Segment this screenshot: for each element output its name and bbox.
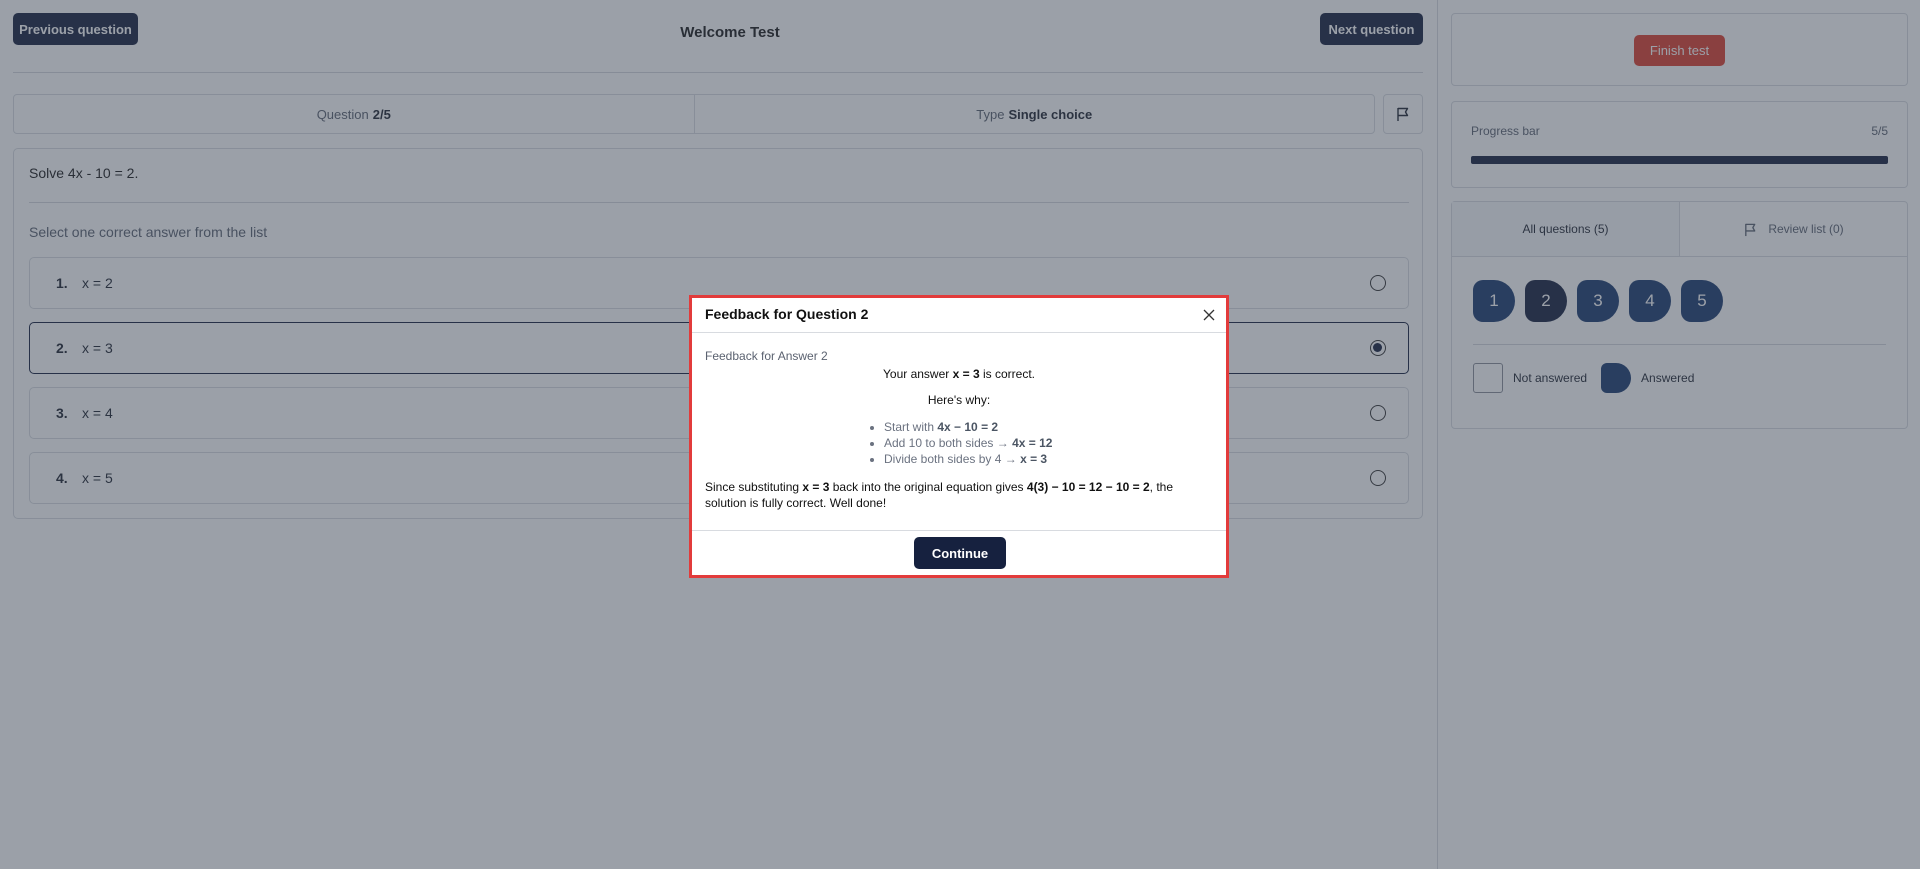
text: Divide both sides by 4 → bbox=[884, 452, 1021, 466]
close-icon bbox=[1203, 309, 1215, 321]
feedback-modal: Feedback for Question 2 Feedback for Ans… bbox=[689, 295, 1229, 578]
text-bold: x = 3 bbox=[952, 367, 980, 381]
solution-step: Add 10 to both sides → 4x = 12 bbox=[884, 435, 1084, 451]
feedback-subtitle: Feedback for Answer 2 bbox=[705, 349, 828, 363]
modal-title: Feedback for Question 2 bbox=[705, 306, 869, 322]
feedback-why: Here's why: bbox=[927, 393, 991, 407]
feedback-conclusion: Since substituting x = 3 back into the o… bbox=[705, 479, 1213, 511]
modal-header: Feedback for Question 2 bbox=[692, 298, 1226, 333]
text: Your answer bbox=[883, 367, 953, 381]
text-bold: 4x = 12 bbox=[1012, 436, 1053, 450]
text: Add 10 to both sides → bbox=[884, 436, 1013, 450]
feedback-result: Your answer x = 3 is correct. bbox=[705, 367, 1213, 381]
text-bold: x = 3 bbox=[1020, 452, 1048, 466]
solution-step: Start with 4x − 10 = 2 bbox=[884, 419, 1084, 435]
text: back into the original equation gives bbox=[829, 480, 1027, 494]
text: Since substituting bbox=[705, 480, 803, 494]
text-bold: 4(3) − 10 = 12 − 10 = 2 bbox=[1026, 480, 1150, 494]
modal-footer: Continue bbox=[692, 531, 1226, 575]
solution-step: Divide both sides by 4 → x = 3 bbox=[884, 451, 1084, 467]
solution-steps: Start with 4x − 10 = 2 Add 10 to both si… bbox=[884, 419, 1084, 467]
text: is correct. bbox=[979, 367, 1035, 381]
text-bold: x = 3 bbox=[802, 480, 830, 494]
modal-body: Feedback for Answer 2 Your answer x = 3 … bbox=[692, 333, 1226, 531]
text-bold: 4x − 10 = 2 bbox=[937, 420, 999, 434]
text: Start with bbox=[884, 420, 938, 434]
continue-button[interactable]: Continue bbox=[914, 537, 1006, 569]
close-button[interactable] bbox=[1200, 306, 1218, 324]
